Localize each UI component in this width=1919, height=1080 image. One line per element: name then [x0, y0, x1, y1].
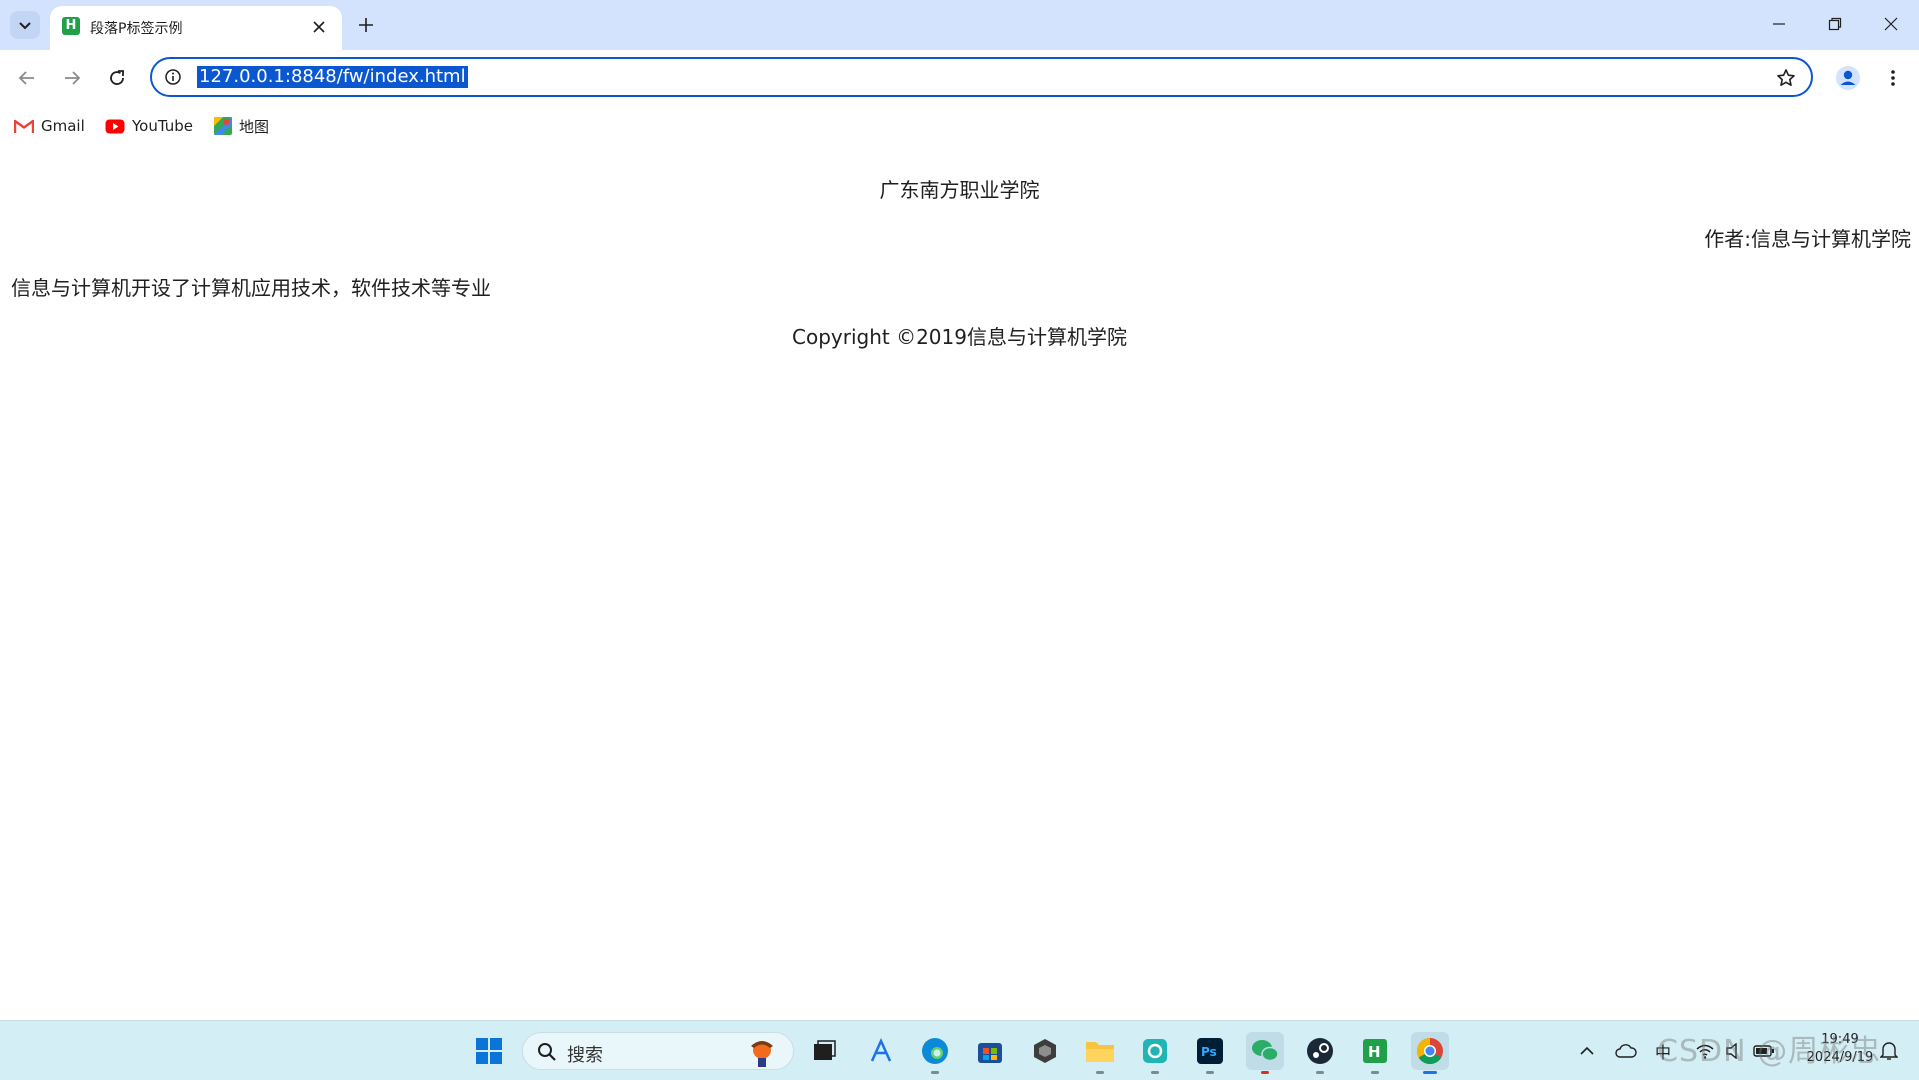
arrow-right-icon [65, 71, 81, 85]
reload-button[interactable] [101, 62, 133, 94]
hbuilder-icon: H [1363, 1039, 1387, 1063]
bookmark-star-button[interactable] [1773, 65, 1799, 91]
tab-strip: H 段落P标签示例 [0, 0, 1919, 50]
taskbar-wechat[interactable] [1246, 1032, 1284, 1074]
browser-toolbar: 127.0.0.1:8848/fw/index.html [0, 50, 1919, 106]
arrow-left-icon [18, 71, 34, 85]
svg-text:Ps: Ps [1201, 1045, 1217, 1059]
bookmark-gmail[interactable]: Gmail [14, 114, 85, 138]
tray-overflow-button[interactable] [1568, 1032, 1606, 1070]
bookmark-youtube[interactable]: YouTube [105, 114, 193, 138]
search-label: 搜索 [567, 1045, 603, 1066]
notification-bell-icon [1880, 1042, 1898, 1060]
more-vert-icon [1891, 70, 1895, 86]
folder-icon [1086, 1042, 1114, 1062]
taskbar-steam[interactable] [1301, 1032, 1339, 1074]
taskbar-app-teal[interactable] [1136, 1032, 1174, 1074]
running-indicator [1096, 1071, 1104, 1074]
tray-onedrive[interactable] [1607, 1032, 1645, 1070]
running-indicator [1206, 1071, 1214, 1074]
gmail-icon [14, 119, 34, 133]
new-tab-button[interactable] [352, 11, 380, 39]
avatar-icon [1836, 66, 1860, 90]
running-indicator [1316, 1071, 1324, 1074]
close-window-button[interactable] [1863, 0, 1919, 48]
taskbar-task-view[interactable] [805, 1032, 843, 1070]
svg-text:H: H [1368, 1043, 1381, 1061]
site-info-button[interactable] [162, 66, 184, 88]
close-icon [313, 21, 325, 33]
search-icon [538, 1043, 556, 1061]
forward-button[interactable] [56, 62, 88, 94]
edge-icon [922, 1038, 948, 1064]
taskbar-unity[interactable] [1026, 1032, 1064, 1070]
cloud-icon [1615, 1044, 1637, 1058]
menu-button[interactable] [1877, 62, 1909, 94]
chevron-up-icon [1580, 1046, 1594, 1055]
taskbar-file-explorer[interactable] [1081, 1032, 1119, 1074]
maps-icon [214, 117, 232, 135]
running-indicator [1151, 1071, 1159, 1074]
running-indicator [1423, 1071, 1437, 1074]
taskbar-search[interactable]: 搜索 [522, 1032, 794, 1070]
hbuilder-favicon-icon: H [62, 17, 80, 35]
restore-icon [1828, 17, 1842, 31]
tab-active[interactable]: H 段落P标签示例 [50, 6, 342, 50]
windows-icon [476, 1038, 502, 1064]
taskbar: 搜索 Ps H 中 19:49 2024/9/19 CSDN @周彬忠 [0, 1020, 1919, 1080]
taskbar-store[interactable] [971, 1032, 1009, 1070]
running-indicator [931, 1071, 939, 1074]
chevron-down-icon [19, 22, 31, 30]
cube-app-icon [1034, 1039, 1056, 1063]
minimize-button[interactable] [1751, 0, 1807, 48]
running-indicator [1371, 1071, 1379, 1074]
star-icon [1777, 69, 1795, 86]
taskbar-hbuilder[interactable]: H [1356, 1032, 1394, 1074]
page-author: 作者:信息与计算机学院 [1704, 227, 1911, 251]
steam-icon [1307, 1038, 1333, 1064]
teal-app-icon [1143, 1039, 1167, 1063]
reload-icon [110, 70, 124, 85]
tab-search-button[interactable] [10, 11, 40, 39]
taskbar-edge[interactable] [916, 1032, 954, 1074]
taskbar-chrome[interactable] [1411, 1032, 1449, 1074]
task-view-icon [814, 1040, 836, 1060]
wechat-icon [1252, 1040, 1279, 1062]
tab-close-button[interactable] [308, 16, 330, 38]
bookmark-label: Gmail [41, 117, 85, 135]
taskbar-photoshop[interactable]: Ps [1191, 1032, 1229, 1074]
letter-a-app-icon [870, 1038, 892, 1062]
bookmark-label: 地图 [239, 117, 270, 136]
photoshop-icon: Ps [1197, 1038, 1223, 1064]
page-copyright: Copyright ©2019信息与计算机学院 [792, 325, 1127, 349]
url-text[interactable]: 127.0.0.1:8848/fw/index.html [197, 66, 468, 88]
page-paragraph: 信息与计算机开设了计算机应用技术，软件技术等专业 [11, 276, 491, 300]
bookmark-maps[interactable]: 地图 [214, 114, 269, 138]
bookmarks-bar: Gmail YouTube 地图 [0, 106, 1919, 146]
profile-button[interactable] [1832, 62, 1864, 94]
bookmark-label: YouTube [132, 117, 193, 135]
tab-title: 段落P标签示例 [90, 21, 183, 37]
restore-button[interactable] [1807, 0, 1863, 48]
minimize-icon [1773, 23, 1785, 25]
page-title: 广东南方职业学院 [879, 178, 1040, 202]
chrome-icon [1416, 1037, 1443, 1065]
search-highlight-icon [751, 1041, 773, 1067]
youtube-icon [105, 119, 125, 133]
back-button[interactable] [11, 62, 43, 94]
close-icon [1884, 17, 1898, 31]
taskbar-app-a[interactable] [862, 1032, 900, 1070]
web-page-content: 广东南方职业学院 作者:信息与计算机学院 信息与计算机开设了计算机应用技术，软件… [0, 146, 1919, 1020]
info-icon [165, 69, 181, 85]
plus-icon [359, 18, 373, 32]
csdn-watermark: CSDN @周彬忠 [1657, 1034, 1882, 1069]
store-icon [978, 1043, 1002, 1063]
running-indicator [1261, 1071, 1269, 1074]
start-button[interactable] [470, 1032, 508, 1070]
address-bar[interactable]: 127.0.0.1:8848/fw/index.html [150, 57, 1813, 97]
